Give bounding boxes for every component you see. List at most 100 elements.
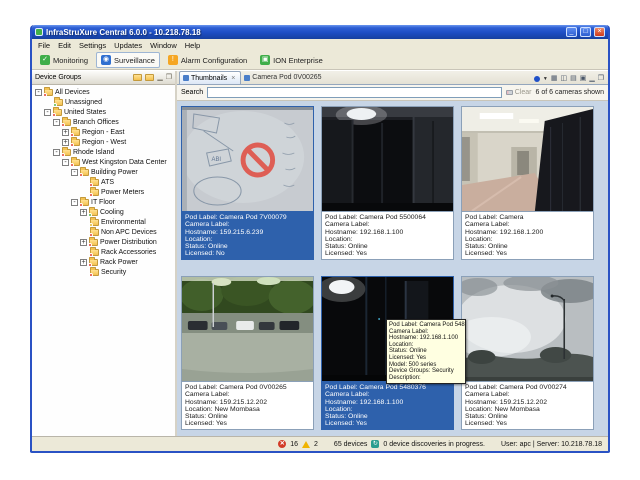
tree-item-it-floor[interactable]: -IT Floor bbox=[32, 197, 175, 207]
menu-item-help[interactable]: Help bbox=[181, 41, 204, 50]
desktop: InfraStruXure Central 6.0.0 - 10.218.78.… bbox=[0, 0, 640, 480]
camera-card-whiteboard[interactable]: ABI Pod Label: Camera Pod 7V00079Camera … bbox=[181, 106, 314, 260]
tab-thumbnails[interactable]: Thumbnails× bbox=[179, 71, 241, 84]
perspective-surveillance[interactable]: ◉Surveillance bbox=[96, 52, 160, 68]
thumbnail-size-icon[interactable]: ▦ bbox=[551, 75, 558, 82]
restore-view-icon[interactable]: ❐ bbox=[598, 75, 604, 82]
tree-item-unassigned[interactable]: Unassigned bbox=[32, 97, 175, 107]
camera-card-sky[interactable]: Pod Label: Camera Pod 0V00274Camera Labe… bbox=[461, 276, 594, 430]
tree-item-rhode-island[interactable]: -Rhode Island bbox=[32, 147, 175, 157]
tree-item-non-apc-devices[interactable]: Non APC Devices bbox=[32, 227, 175, 237]
tree-item-power-meters[interactable]: Power Meters bbox=[32, 187, 175, 197]
tree-item-power-distribution[interactable]: +Power Distribution bbox=[32, 237, 175, 247]
tree-item-west-kingston-data-center[interactable]: -West Kingston Data Center bbox=[32, 157, 175, 167]
search-label: Search bbox=[181, 89, 203, 96]
filter-view-icon[interactable]: ▣ bbox=[580, 75, 587, 82]
camera-card-server-aisle[interactable]: Pod Label: CameraCamera Label:Hostname: … bbox=[461, 106, 594, 260]
title-bar[interactable]: InfraStruXure Central 6.0.0 - 10.218.78.… bbox=[32, 25, 608, 39]
perspective-monitoring[interactable]: ✓Monitoring bbox=[35, 52, 93, 68]
perspective-label: Monitoring bbox=[53, 56, 88, 65]
folder-icon bbox=[44, 89, 53, 96]
chevron-down-icon[interactable]: ▼ bbox=[543, 76, 548, 82]
menu-item-file[interactable]: File bbox=[34, 41, 54, 50]
tree-label: ATS bbox=[101, 179, 114, 186]
maximize-panel-icon[interactable]: ❐ bbox=[166, 74, 172, 81]
minimize-view-icon[interactable]: ▁ bbox=[589, 75, 594, 82]
tree-label: Non APC Devices bbox=[101, 229, 157, 236]
tree-item-environmental[interactable]: Environmental bbox=[32, 217, 175, 227]
minimize-button[interactable]: _ bbox=[566, 27, 577, 37]
expand-icon[interactable]: + bbox=[80, 209, 87, 216]
tree-item-region-west[interactable]: +Region - West bbox=[32, 137, 175, 147]
error-status-icon[interactable]: ✕ bbox=[278, 440, 286, 448]
perspective-label: Surveillance bbox=[114, 56, 155, 65]
tree-item-ats[interactable]: ATS bbox=[32, 177, 175, 187]
camera-info-line: Pod Label: Camera Pod 5500064 bbox=[325, 214, 450, 221]
collapse-icon[interactable]: - bbox=[62, 159, 69, 166]
tree-item-branch-offices[interactable]: -Branch Offices bbox=[32, 117, 175, 127]
camera-card-server-room-dark[interactable]: Pod Label: Camera Pod 5500064Camera Labe… bbox=[321, 106, 454, 260]
perspective-ion-enterprise[interactable]: ▣ION Enterprise bbox=[255, 52, 328, 68]
main-area: Device Groups ▁ ❐ -All DevicesUnassigned… bbox=[32, 70, 608, 436]
view-menu-icon[interactable] bbox=[534, 76, 540, 82]
menu-item-updates[interactable]: Updates bbox=[110, 41, 146, 50]
tree-label: Rack Power bbox=[100, 259, 138, 266]
collapse-icon[interactable]: - bbox=[71, 169, 78, 176]
tree-item-rack-accessories[interactable]: Rack Accessories bbox=[32, 247, 175, 257]
camera-info-line: Licensed: No bbox=[185, 250, 310, 257]
expand-icon[interactable]: + bbox=[62, 129, 69, 136]
warning-status-icon[interactable] bbox=[302, 441, 310, 448]
alarm-status-dot bbox=[70, 133, 74, 137]
clear-button[interactable]: Clear bbox=[506, 89, 532, 96]
tree-label: Environmental bbox=[101, 219, 146, 226]
folder-icon bbox=[71, 159, 80, 166]
expand-icon[interactable]: + bbox=[80, 239, 87, 246]
camera-card-parking-lot[interactable]: Pod Label: Camera Pod 0V00265Camera Labe… bbox=[181, 276, 314, 430]
folder-icon bbox=[54, 99, 63, 106]
refresh-view-icon[interactable]: ▤ bbox=[570, 75, 577, 82]
tab-camera-pod-0v00265[interactable]: Camera Pod 0V00265 bbox=[241, 71, 326, 84]
thumbnails-tab-icon bbox=[183, 75, 189, 81]
tree-item-cooling[interactable]: +Cooling bbox=[32, 207, 175, 217]
alarm-status-dot bbox=[88, 243, 92, 247]
device-count[interactable]: 65 devices bbox=[334, 441, 367, 448]
tree-item-region-east[interactable]: +Region - East bbox=[32, 127, 175, 137]
camera-image-parking-lot bbox=[182, 277, 313, 381]
alarm-status-dot bbox=[52, 113, 56, 117]
collapse-icon[interactable]: - bbox=[53, 119, 60, 126]
maximize-button[interactable]: □ bbox=[580, 27, 591, 37]
tree-item-united-states[interactable]: -United States bbox=[32, 107, 175, 117]
camera-info-line: Location: bbox=[325, 236, 450, 243]
search-input[interactable] bbox=[207, 87, 502, 98]
minimize-panel-icon[interactable]: ▁ bbox=[157, 74, 162, 81]
discovery-icon: ↻ bbox=[371, 440, 379, 448]
monitoring-icon: ✓ bbox=[40, 55, 50, 65]
move-group-folder-icon[interactable] bbox=[145, 74, 154, 81]
status-bar: ✕ 16 2 65 devices ↻ 0 device discoveries… bbox=[32, 436, 608, 451]
menu-item-window[interactable]: Window bbox=[146, 41, 181, 50]
tree-item-security[interactable]: Security bbox=[32, 267, 175, 277]
camera-info-line: Licensed: Yes bbox=[325, 420, 450, 427]
tooltip-line: Status: Online bbox=[389, 348, 463, 355]
tree-label: Building Power bbox=[91, 169, 138, 176]
expand-icon[interactable]: + bbox=[80, 259, 87, 266]
editor-tab-row: Thumbnails×Camera Pod 0V00265 ▼ ▦ ◫ ▤ ▣ … bbox=[177, 71, 608, 85]
camera-image-server-room-dark bbox=[322, 107, 453, 211]
close-tab-icon[interactable]: × bbox=[231, 75, 235, 82]
tree-item-all-devices[interactable]: -All Devices bbox=[32, 87, 175, 97]
alarm-status-dot bbox=[89, 233, 93, 237]
close-button[interactable]: × bbox=[594, 27, 605, 37]
collapse-icon[interactable]: - bbox=[71, 199, 78, 206]
perspective-alarm-configuration[interactable]: !Alarm Configuration bbox=[163, 52, 252, 68]
new-group-folder-icon[interactable] bbox=[133, 74, 142, 81]
menu-item-settings[interactable]: Settings bbox=[75, 41, 110, 50]
tree-item-rack-power[interactable]: + Rack Power bbox=[32, 257, 175, 267]
tree-item-building-power[interactable]: - Building Power bbox=[32, 167, 175, 177]
collapse-icon[interactable]: - bbox=[53, 149, 60, 156]
menu-item-edit[interactable]: Edit bbox=[54, 41, 75, 50]
collapse-icon[interactable]: - bbox=[35, 89, 42, 96]
collapse-icon[interactable]: - bbox=[44, 109, 51, 116]
layout-grid-icon[interactable]: ◫ bbox=[560, 75, 567, 82]
svg-text:ABI: ABI bbox=[212, 157, 222, 163]
expand-icon[interactable]: + bbox=[62, 139, 69, 146]
